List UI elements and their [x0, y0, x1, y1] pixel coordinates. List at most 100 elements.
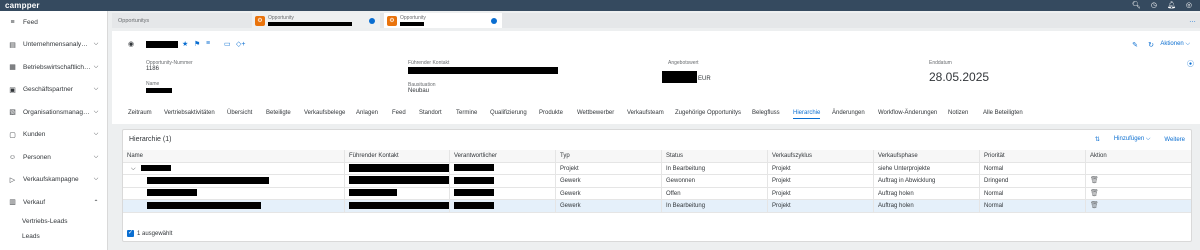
refresh-icon[interactable]: ↻ [1148, 41, 1154, 49]
sidebar-item-betriebswirtschaft[interactable]: ▦ Betriebswirtschaftlich… ⌵ [0, 56, 107, 79]
cell-name: ⌵ [123, 162, 345, 175]
subtab-termine[interactable]: Termine [456, 110, 477, 116]
subtab-aenderungen[interactable]: Änderungen [832, 110, 865, 116]
sidebar-subitem-vertriebs-leads[interactable]: Vertriebs-Leads [0, 214, 107, 229]
organization-icon: ▧ [9, 109, 16, 117]
sales-icon: ▥ [9, 199, 16, 207]
avatar-icon: ◉ [128, 41, 135, 48]
sidebar-item-verkaufskampagne[interactable]: ▷ Verkaufskampagne ⌵ [0, 169, 107, 192]
cell-contact [345, 200, 450, 213]
delete-icon[interactable]: 🗑︎ [1090, 202, 1099, 209]
section-tabs: Zeitraum Vertriebsaktivitäten Übersicht … [112, 110, 1200, 122]
subtab-anlagen[interactable]: Anlagen [356, 110, 378, 116]
subtab-belegfluss[interactable]: Belegfluss [752, 110, 780, 116]
table-row[interactable]: Gewerk Offen Projekt Auftrag holen Norma… [123, 187, 1191, 200]
sidebar-item-geschaeftspartner[interactable]: ▣ Geschäftspartner ⌵ [0, 79, 107, 102]
chevron-down-icon[interactable]: ⌵ [91, 109, 101, 116]
delete-icon[interactable]: 🗑︎ [1090, 190, 1099, 197]
chevron-down-icon[interactable]: ⌵ [91, 131, 101, 138]
expand-header-icon[interactable]: ⦿ [1187, 59, 1194, 69]
shell-bar: campper 🔍︎ ◷ 🔔︎ ◎ [0, 0, 1200, 11]
flag-icon[interactable]: ⚑ [194, 40, 200, 48]
sidebar-item-personen[interactable]: ☺ Personen ⌵ [0, 146, 107, 169]
app-logo[interactable]: campper [5, 1, 40, 10]
subtab-verkaufsteam[interactable]: Verkaufsteam [627, 110, 664, 116]
subtab-alle-beteiligten[interactable]: Alle Beteiligten [983, 110, 1023, 116]
offer-currency: EUR [698, 76, 711, 82]
subtab-qualifizierung[interactable]: Qualifizierung [490, 110, 527, 116]
subtab-vertriebsaktivitaeten[interactable]: Vertriebsaktivitäten [164, 110, 215, 116]
subtab-hierarchie[interactable]: Hierarchie [793, 110, 821, 119]
chevron-down-icon[interactable]: ⌵ [131, 166, 136, 172]
subtab-verkaufsbelege[interactable]: Verkaufsbelege [304, 110, 345, 116]
tab-opportunitys[interactable]: Opportunitys [118, 13, 246, 28]
history-icon[interactable]: ◷ [1151, 0, 1157, 11]
table-row-selected[interactable]: Gewerk In Bearbeitung Projekt Auftrag ho… [123, 200, 1191, 213]
chevron-down-icon[interactable]: ⌵ [91, 64, 101, 71]
sidebar: ≡ Feed ▤ Unternehmensanaly… ⌵ ▦ Betriebs… [0, 11, 108, 250]
cell-responsible [450, 175, 556, 188]
edit-icon[interactable]: ✎ [1132, 41, 1138, 49]
col-header-cycle[interactable]: Verkaufszyklus [768, 150, 874, 163]
col-header-responsible[interactable]: Verantwortlicher [450, 150, 556, 163]
tab-opportunity-2[interactable]: ⚙ Opportunity [384, 13, 502, 28]
delete-icon[interactable]: 🗑︎ [1090, 177, 1099, 184]
add-button[interactable]: Hinzufügen ⌵ [1114, 136, 1151, 143]
sidebar-item-organisation[interactable]: ▧ Organisationsmanag… ⌵ [0, 101, 107, 124]
table-row[interactable]: Gewerk Gewonnen Projekt Auftrag in Abwic… [123, 175, 1191, 188]
close-icon[interactable] [369, 17, 375, 24]
table-row[interactable]: ⌵ Projekt In Bearbeitung Projekt siehe U… [123, 162, 1191, 175]
col-header-contact[interactable]: Führender Kontakt [345, 150, 450, 163]
actions-label: Aktionen [1160, 41, 1184, 47]
cell-cycle: Projekt [768, 200, 874, 213]
subtab-zeitraum[interactable]: Zeitraum [128, 110, 152, 116]
subtab-uebersicht[interactable]: Übersicht [227, 110, 252, 116]
sidebar-item-unternehmensanalyse[interactable]: ▤ Unternehmensanaly… ⌵ [0, 34, 107, 57]
sidebar-subitem-leads[interactable]: Leads [0, 229, 107, 244]
subtab-beteiligte[interactable]: Beteiligte [266, 110, 291, 116]
chevron-down-icon[interactable]: ⌵ [91, 154, 101, 161]
chevron-up-icon[interactable]: ⌃ [91, 199, 101, 206]
subtab-notizen[interactable]: Notizen [948, 110, 968, 116]
tag-add-icon[interactable]: ◇+ [236, 40, 245, 48]
chevron-down-icon[interactable]: ⌵ [91, 41, 101, 48]
cell-priority: Normal [980, 200, 1086, 213]
feed-icon[interactable]: ≡ [206, 40, 210, 47]
close-icon[interactable] [491, 17, 497, 24]
cell-phase: siehe Unterprojekte [874, 162, 980, 175]
col-header-status[interactable]: Status [662, 150, 768, 163]
chevron-down-icon[interactable]: ⌵ [91, 86, 101, 93]
sidebar-item-verkauf[interactable]: ▥ Verkauf ⌃ [0, 191, 107, 214]
sort-icon[interactable]: ⇅ [1095, 136, 1100, 143]
favorite-icon[interactable]: ★ [182, 40, 188, 48]
cell-contact [345, 187, 450, 200]
opp-number-value: 1186 [146, 66, 159, 72]
checkbox-checked-icon[interactable]: ✓ [127, 230, 134, 237]
col-header-phase[interactable]: Verkaufsphase [874, 150, 980, 163]
subtab-wettbewerber[interactable]: Wettbewerber [577, 110, 614, 116]
comment-icon[interactable]: ▭ [224, 40, 231, 48]
subtab-feed[interactable]: Feed [392, 110, 406, 116]
redacted-name [147, 176, 269, 184]
search-icon[interactable]: 🔍︎ [1132, 0, 1141, 11]
actions-button[interactable]: Aktionen ⌵ [1160, 41, 1190, 48]
subtab-standort[interactable]: Standort [419, 110, 442, 116]
subtab-workflow-aenderungen[interactable]: Workflow-Änderungen [878, 110, 937, 116]
more-button[interactable]: Weitere [1164, 137, 1185, 143]
sidebar-item-feed[interactable]: ≡ Feed [0, 11, 107, 34]
notification-icon[interactable]: 🔔︎ [1167, 0, 1176, 11]
redacted-responsible [454, 201, 494, 209]
tab-opportunity-1[interactable]: ⚙ Opportunity [252, 13, 380, 28]
col-header-priority[interactable]: Priorität [980, 150, 1086, 163]
sidebar-item-label: Betriebswirtschaftlich… [23, 63, 91, 71]
col-header-name[interactable]: Name [123, 150, 345, 163]
col-header-action[interactable]: Aktion [1086, 150, 1191, 163]
user-icon[interactable]: ◎ [1186, 0, 1192, 11]
subtab-produkte[interactable]: Produkte [539, 110, 563, 116]
subtab-zugehoerige-opportunitys[interactable]: Zugehörige Opportunitys [675, 110, 741, 116]
col-header-type[interactable]: Typ [556, 150, 662, 163]
more-tabs-icon[interactable]: … [1189, 17, 1196, 24]
table-header-row: Name Führender Kontakt Verantwortlicher … [123, 150, 1191, 163]
chevron-down-icon[interactable]: ⌵ [91, 176, 101, 183]
sidebar-item-kunden[interactable]: ▢ Kunden ⌵ [0, 124, 107, 147]
